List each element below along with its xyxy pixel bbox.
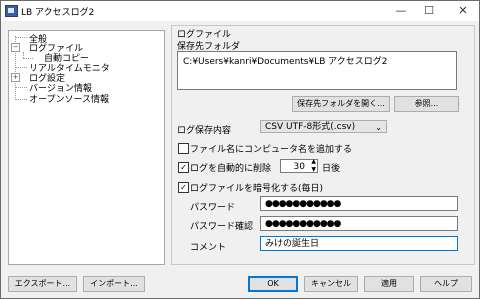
tree-line (15, 37, 27, 38)
app-icon (5, 5, 18, 17)
content-select-value: CSV UTF-8形式(.csv) (265, 122, 356, 132)
content-label: ログ保存内容 (177, 126, 232, 136)
password-confirm-label: パスワード確認 (190, 222, 254, 232)
auto-delete-label: ログを自動的に削除 (190, 164, 272, 174)
comment-value: みけの誕生日 (265, 239, 320, 249)
add-computer-name-checkbox[interactable] (178, 143, 189, 154)
expand-icon[interactable]: + (11, 73, 20, 82)
add-computer-name-label: ファイル名にコンピュータ名を追加する (190, 145, 353, 155)
encrypt-checkbox[interactable] (178, 182, 189, 193)
help-button[interactable]: ヘルプ (420, 276, 472, 292)
close-button[interactable]: ✕ (449, 1, 477, 21)
password-value: ●●●●●●●●●●● (265, 199, 341, 209)
collapse-icon[interactable]: − (11, 43, 20, 52)
ok-button[interactable]: OK (248, 276, 298, 292)
content-select[interactable]: CSV UTF-8形式(.csv) ⌄ (260, 120, 387, 133)
tree-line (15, 87, 27, 88)
tree-item-opensource[interactable]: オープンソース情報 (29, 92, 109, 105)
days-spinbox[interactable]: 30 ▲ ▼ (280, 158, 318, 174)
encrypt-label: ログファイルを暗号化する(毎日) (190, 184, 324, 194)
settings-tree[interactable]: 全般 − ログファイル 自動コピー リアルタイムモニタ + ログ設定 バージョン… (8, 30, 165, 265)
apply-button[interactable]: 適用 (364, 276, 414, 292)
days-unit: 日後 (322, 164, 341, 174)
save-folder-field[interactable]: C:¥Users¥kanri¥Documents¥LB アクセスログ2 (177, 51, 457, 90)
comment-label: コメント (190, 243, 227, 253)
comment-field[interactable]: みけの誕生日 (260, 236, 458, 251)
settings-window: LB アクセスログ2 — ☐ ✕ 全般 − ログファイル 自動コピー リアルタイ… (0, 0, 480, 299)
auto-delete-checkbox[interactable] (178, 162, 189, 173)
minimize-button[interactable]: — (387, 1, 415, 21)
days-value: 30 (293, 162, 305, 172)
export-button[interactable]: エクスポート... (8, 276, 77, 292)
cancel-button[interactable]: キャンセル (304, 276, 358, 292)
window-title: LB アクセスログ2 (21, 8, 95, 18)
password-confirm-value: ●●●●●●●●●●● (265, 219, 341, 229)
password-confirm-field[interactable]: ●●●●●●●●●●● (260, 216, 458, 231)
chevron-down-icon: ⌄ (375, 123, 382, 132)
tree-line (15, 99, 27, 100)
browse-button[interactable]: 参照... (394, 96, 459, 112)
save-folder-value: C:¥Users¥kanri¥Documents¥LB アクセスログ2 (183, 57, 388, 67)
tree-line (15, 67, 27, 68)
title-bar[interactable]: LB アクセスログ2 — ☐ ✕ (1, 1, 479, 21)
maximize-button[interactable]: ☐ (415, 1, 443, 21)
spin-down-icon[interactable]: ▼ (311, 165, 316, 174)
import-button[interactable]: インポート... (83, 276, 145, 292)
password-label: パスワード (190, 203, 236, 213)
open-folder-button[interactable]: 保存先フォルダを開く... (292, 96, 390, 112)
password-field[interactable]: ●●●●●●●●●●● (260, 196, 458, 211)
tree-line (23, 58, 33, 59)
